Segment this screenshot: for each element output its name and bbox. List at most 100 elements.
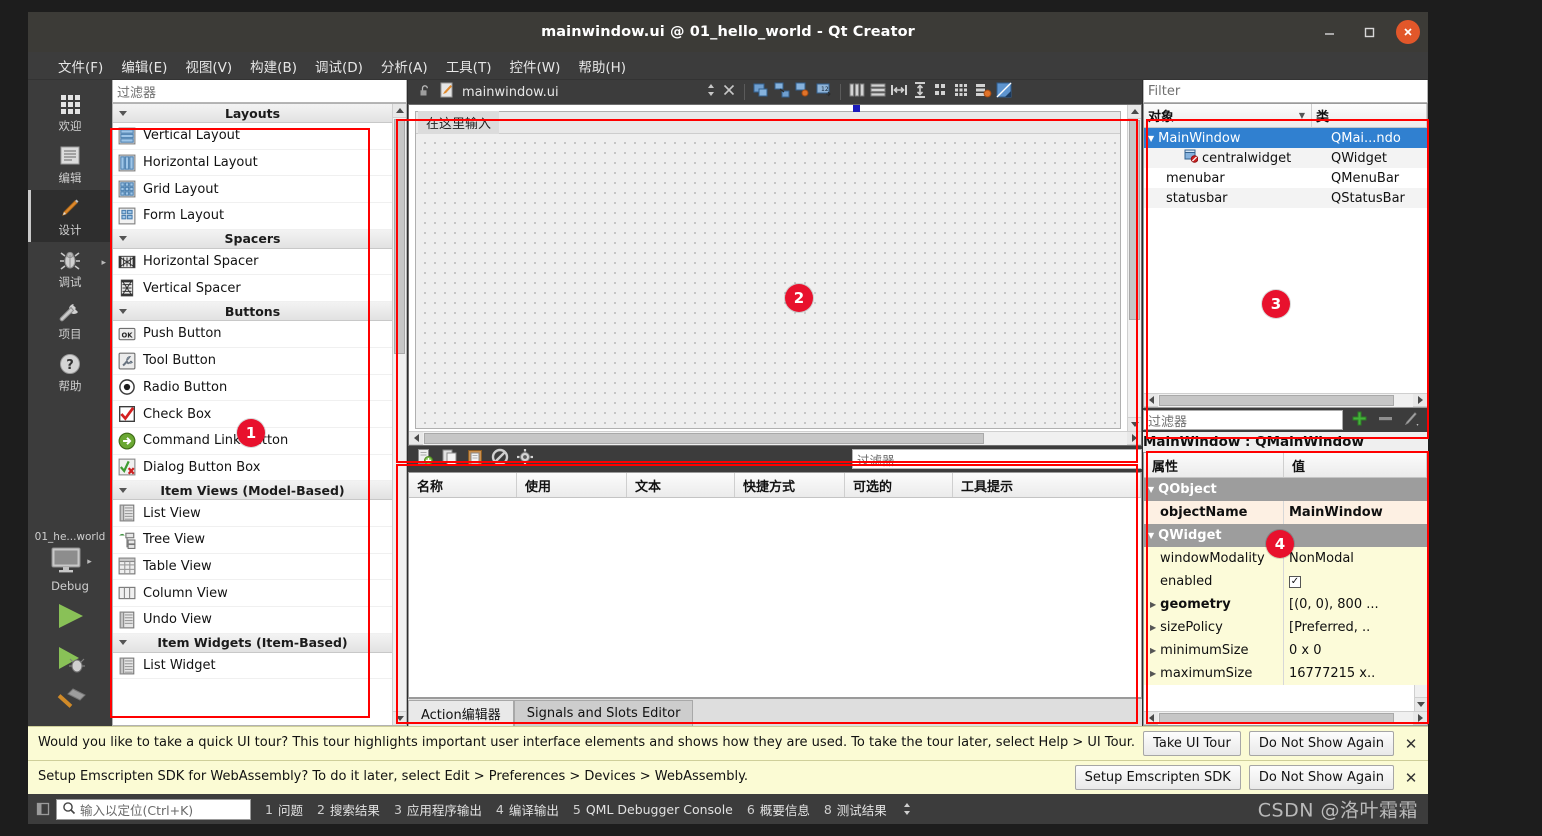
property-row-geometry[interactable]: ▶ geometry [(0, 0), 800 ...	[1144, 593, 1427, 616]
locator-input[interactable]: 输入以定位(Ctrl+K)	[56, 798, 251, 820]
chevron-right-icon[interactable]: ▶	[1150, 669, 1156, 678]
run-button[interactable]	[49, 600, 91, 636]
sidebar-item-edit[interactable]: 编辑	[28, 138, 112, 190]
column-header-property[interactable]: 属性	[1144, 453, 1284, 477]
scroll-left-button[interactable]	[1144, 712, 1158, 725]
property-vscrollbar[interactable]	[1414, 685, 1427, 711]
new-action-icon[interactable]	[416, 448, 434, 470]
scrollbar-thumb[interactable]	[424, 433, 984, 444]
chevron-down-icon[interactable]: ▼	[1148, 531, 1154, 540]
form-vertical-scrollbar[interactable]	[1127, 105, 1141, 431]
output-pane-app-output[interactable]: 3 应用程序输出	[394, 800, 482, 819]
close-notification-icon-2[interactable]: ✕	[1402, 769, 1420, 787]
widget-item-radio-button[interactable]: Radio Button	[113, 375, 392, 402]
form-editor[interactable]: 在这里输入	[408, 104, 1142, 446]
split-icon[interactable]	[704, 82, 718, 102]
widget-item-form-layout[interactable]: Form Layout	[113, 203, 392, 230]
do-not-show-again-button-2[interactable]: Do Not Show Again	[1248, 765, 1394, 790]
property-group-qobject[interactable]: ▼ QObject	[1144, 478, 1427, 501]
scroll-down-button[interactable]	[1415, 697, 1427, 711]
tree-row-centralwidget[interactable]: centralwidget QWidget	[1144, 148, 1427, 168]
widget-item-list-widget[interactable]: List Widget	[113, 653, 392, 680]
menu-build[interactable]: 构建(B)	[250, 56, 297, 76]
property-hscrollbar[interactable]	[1144, 711, 1427, 725]
widget-item-horizontal-spacer[interactable]: Horizontal Spacer	[113, 249, 392, 276]
widget-item-column-view[interactable]: Column View	[113, 580, 392, 607]
widget-category-item-widgets[interactable]: Item Widgets (Item-Based)	[113, 633, 392, 653]
column-header-object[interactable]: 对象 ▼	[1144, 104, 1312, 127]
menu-analyze[interactable]: 分析(A)	[381, 56, 428, 76]
menu-help[interactable]: 帮助(H)	[578, 56, 626, 76]
widget-category-spacers[interactable]: Spacers	[113, 229, 392, 249]
property-value[interactable]: [(0, 0), 800 ...	[1284, 593, 1427, 616]
build-button[interactable]	[49, 686, 91, 720]
close-icon[interactable]	[721, 82, 737, 102]
close-button[interactable]	[1396, 20, 1420, 44]
chevron-right-icon[interactable]: ▶	[1150, 646, 1156, 655]
layout-splitter-v-icon[interactable]	[911, 81, 929, 103]
sidebar-item-projects[interactable]: 项目	[28, 294, 112, 346]
column-header-text[interactable]: 文本	[627, 473, 735, 497]
action-editor-filter[interactable]: 过滤器	[852, 449, 1142, 469]
tree-row-mainwindow[interactable]: ▼ MainWindow QMai...ndo	[1144, 128, 1427, 148]
break-layout-icon[interactable]	[974, 81, 992, 103]
widget-item-grid-layout[interactable]: Grid Layout	[113, 176, 392, 204]
form-menubar[interactable]: 在这里输入	[416, 110, 1120, 135]
property-row-objectname[interactable]: objectName MainWindow	[1144, 501, 1427, 524]
object-tree-hscrollbar[interactable]	[1144, 393, 1427, 407]
menu-widgets[interactable]: 控件(W)	[509, 56, 560, 76]
tree-row-menubar[interactable]: menubar QMenuBar	[1144, 168, 1427, 188]
widget-item-list-view[interactable]: List View	[113, 500, 392, 527]
widget-item-tree-view[interactable]: Tree View	[113, 527, 392, 554]
property-value[interactable]: MainWindow	[1284, 501, 1427, 524]
object-tree[interactable]: 对象 ▼ 类 ▼ MainWindow QMai...ndo centralwi…	[1143, 103, 1428, 408]
action-editor-table[interactable]: 名称 使用 文本 快捷方式 可选的 工具提示	[408, 472, 1142, 698]
tab-action-editor[interactable]: Action编辑器	[408, 700, 514, 726]
tab-signals-slots-editor[interactable]: Signals and Slots Editor	[513, 700, 694, 726]
remove-icon[interactable]	[1377, 410, 1394, 431]
menu-file[interactable]: 文件(F)	[58, 56, 103, 76]
object-inspector-filter[interactable]: Filter	[1143, 80, 1428, 103]
property-table[interactable]: 属性 值 ▼ QObject objectName MainWindow ▼ Q…	[1143, 452, 1428, 726]
property-row-maximumsize[interactable]: ▶ maximumSize 16777215 x..	[1144, 662, 1427, 685]
debug-button[interactable]	[49, 643, 91, 679]
layout-vertical-icon[interactable]	[869, 81, 887, 103]
property-value[interactable]: 16777215 x..	[1284, 662, 1427, 685]
output-pane-compile-output[interactable]: 4 编译输出	[496, 800, 559, 819]
output-pane-issues[interactable]: 1 问题	[265, 800, 303, 819]
column-header-used[interactable]: 使用	[517, 473, 627, 497]
widget-item-push-button[interactable]: OK Push Button	[113, 321, 392, 348]
widget-box-filter[interactable]: 过滤器	[112, 80, 407, 103]
scroll-up-button[interactable]	[1128, 105, 1141, 119]
column-header-checkable[interactable]: 可选的	[845, 473, 953, 497]
chevron-right-icon[interactable]: ▶	[1150, 600, 1156, 609]
enabled-checkbox[interactable]: ✓	[1289, 575, 1301, 588]
take-ui-tour-button[interactable]: Take UI Tour	[1143, 731, 1241, 756]
scroll-right-button[interactable]	[1413, 394, 1427, 407]
layout-splitter-h-icon[interactable]	[890, 81, 908, 103]
output-pane-expand-icon[interactable]	[901, 801, 913, 817]
property-row-enabled[interactable]: enabled ✓	[1144, 570, 1427, 593]
kit-target-button[interactable]: ▸	[48, 546, 92, 578]
widget-item-vertical-spacer[interactable]: Vertical Spacer	[113, 275, 392, 303]
do-not-show-again-button-1[interactable]: Do Not Show Again	[1248, 731, 1394, 756]
edit-tab-order-icon[interactable]: 12	[815, 81, 833, 103]
output-pane-search-results[interactable]: 2 搜索结果	[317, 800, 380, 819]
editor-file-chip[interactable]: mainwindow.ui	[408, 82, 694, 102]
property-value[interactable]: 0 x 0	[1284, 639, 1427, 662]
edit-widgets-icon[interactable]	[752, 81, 770, 103]
output-pane-test-results[interactable]: 8 测试结果	[824, 800, 887, 819]
tree-row-statusbar[interactable]: statusbar QStatusBar	[1144, 188, 1427, 208]
sidebar-item-design[interactable]: 设计	[28, 190, 112, 242]
sidebar-item-welcome[interactable]: 欢迎	[28, 86, 112, 138]
widget-box-list[interactable]: Layouts Vertical Layout Horizontal Layou…	[112, 103, 407, 726]
property-value[interactable]: ✓	[1284, 570, 1427, 593]
action-table-body[interactable]	[409, 498, 1141, 697]
edit-signals-slots-icon[interactable]	[773, 81, 791, 103]
widget-item-vertical-layout[interactable]: Vertical Layout	[113, 123, 392, 150]
adjust-size-icon[interactable]	[995, 81, 1013, 103]
scroll-left-button[interactable]	[1144, 394, 1158, 407]
scroll-left-button[interactable]	[409, 432, 423, 445]
configure-icon[interactable]	[1403, 410, 1420, 431]
delete-icon[interactable]	[491, 448, 509, 470]
